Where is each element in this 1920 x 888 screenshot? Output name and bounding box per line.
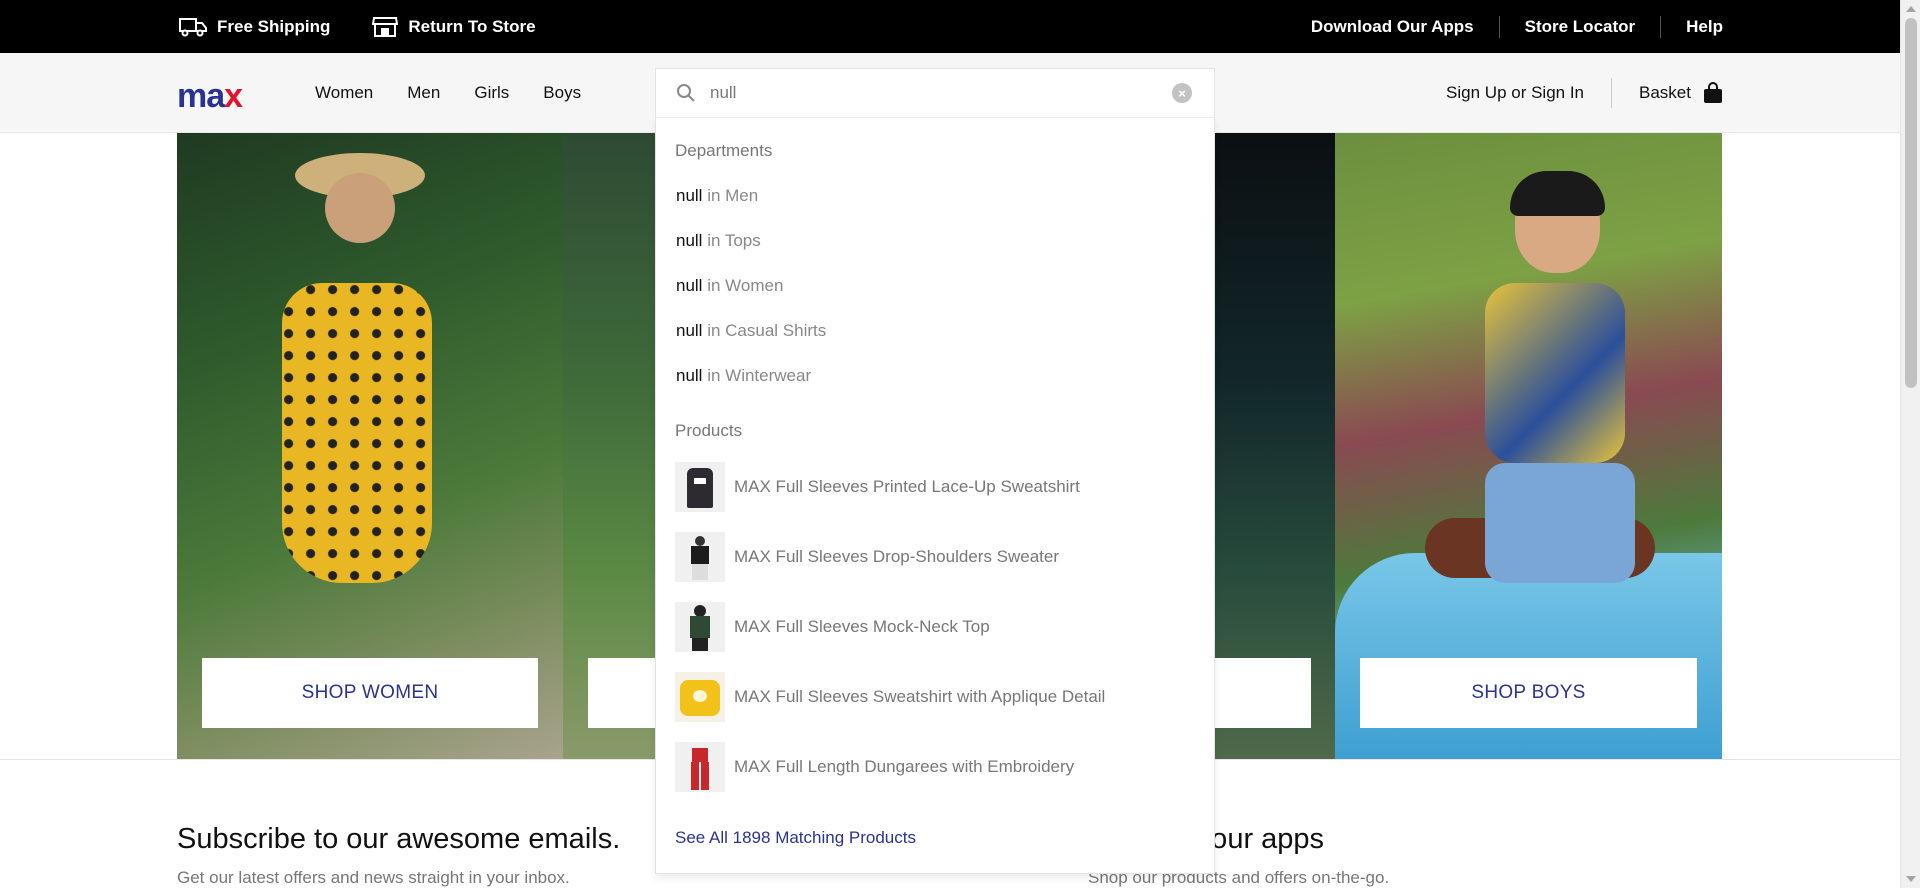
shop-women-button[interactable]: SHOP WOMEN	[202, 658, 538, 728]
department-suggestion[interactable]: null in Casual Shirts	[676, 321, 826, 341]
help-link[interactable]: Help	[1660, 15, 1723, 38]
product-name: MAX Full Sleeves Mock-Neck Top	[734, 617, 990, 636]
nav-girls[interactable]: Girls	[474, 83, 509, 103]
search-suggestions: Departments null in Men null in Tops nul…	[655, 118, 1215, 874]
subscribe-title: Subscribe to our awesome emails.	[177, 823, 621, 855]
scroll-up-icon[interactable]	[1906, 6, 1916, 12]
product-name: MAX Full Length Dungarees with Embroider…	[734, 757, 1075, 776]
search-icon	[677, 84, 695, 102]
department-suggestion[interactable]: null in Women	[676, 276, 783, 296]
top-bar: Free Shipping Return To Store Download O…	[0, 0, 1900, 53]
product-suggestion[interactable]: MAX Full Sleeves Mock-Neck Top	[675, 602, 990, 652]
product-thumbnail	[675, 602, 725, 652]
decor	[1485, 283, 1625, 463]
department-suggestion[interactable]: null in Men	[676, 186, 758, 206]
product-thumbnail	[675, 672, 725, 722]
truck-icon	[179, 17, 207, 36]
departments-heading: Departments	[675, 141, 773, 160]
nav-boys[interactable]: Boys	[543, 83, 581, 103]
product-suggestion[interactable]: MAX Full Sleeves Printed Lace-Up Sweatsh…	[675, 462, 1080, 512]
store-icon	[372, 16, 399, 37]
department-suggestion[interactable]: null in Winterwear	[676, 366, 811, 386]
basket-label: Basket	[1639, 83, 1691, 102]
scrollbar-thumb[interactable]	[1905, 18, 1917, 388]
hero-women[interactable]: SHOP WOMEN	[177, 133, 563, 759]
decor	[282, 283, 432, 583]
product-name: MAX Full Sleeves Printed Lace-Up Sweatsh…	[734, 477, 1080, 496]
store-locator-link[interactable]: Store Locator	[1498, 15, 1661, 38]
basket-button[interactable]: Basket	[1612, 82, 1723, 104]
main-nav: Women Men Girls Boys	[315, 53, 581, 133]
scroll-down-icon[interactable]	[1906, 876, 1916, 882]
product-name: MAX Full Sleeves Drop-Shoulders Sweater	[734, 547, 1060, 566]
search-bar: ×	[655, 68, 1215, 118]
nav-men[interactable]: Men	[407, 83, 440, 103]
download-apps-link[interactable]: Download Our Apps	[1286, 16, 1499, 38]
nav-women[interactable]: Women	[315, 83, 373, 103]
product-suggestion[interactable]: MAX Full Sleeves Sweatshirt with Appliqu…	[675, 672, 1105, 722]
product-thumbnail	[675, 532, 725, 582]
free-shipping[interactable]: Free Shipping	[179, 17, 330, 37]
return-to-store-label: Return To Store	[408, 16, 536, 36]
clear-search-icon[interactable]: ×	[1172, 83, 1192, 103]
page-scrollbar[interactable]	[1900, 0, 1920, 888]
return-to-store[interactable]: Return To Store	[372, 16, 536, 38]
shopping-bag-icon	[1704, 82, 1722, 103]
product-name: MAX Full Sleeves Sweatshirt with Appliqu…	[734, 687, 1106, 706]
max-logo[interactable]: max	[177, 76, 243, 116]
hero-girls[interactable]	[1214, 133, 1335, 759]
shop-girls-button[interactable]	[1214, 658, 1311, 728]
products-heading: Products	[675, 421, 743, 440]
see-all-products-link[interactable]: See All 1898 Matching Products	[675, 828, 916, 848]
decor	[1510, 171, 1605, 216]
search-input[interactable]	[710, 83, 1172, 103]
product-suggestion[interactable]: MAX Full Sleeves Drop-Shoulders Sweater	[675, 532, 1059, 582]
subscribe-subtitle: Get our latest offers and news straight …	[177, 868, 570, 887]
product-suggestion[interactable]: MAX Full Length Dungarees with Embroider…	[675, 742, 1074, 792]
decor	[1485, 463, 1635, 583]
product-thumbnail	[675, 462, 725, 512]
hero-boys[interactable]: SHOP BOYS	[1335, 133, 1722, 759]
shop-boys-button[interactable]: SHOP BOYS	[1360, 658, 1697, 728]
sign-in-link[interactable]: Sign Up or Sign In	[1446, 78, 1613, 108]
free-shipping-label: Free Shipping	[217, 16, 331, 36]
product-thumbnail	[675, 742, 725, 792]
department-suggestion[interactable]: null in Tops	[676, 231, 761, 251]
decor	[1335, 553, 1722, 759]
decor	[325, 173, 395, 243]
